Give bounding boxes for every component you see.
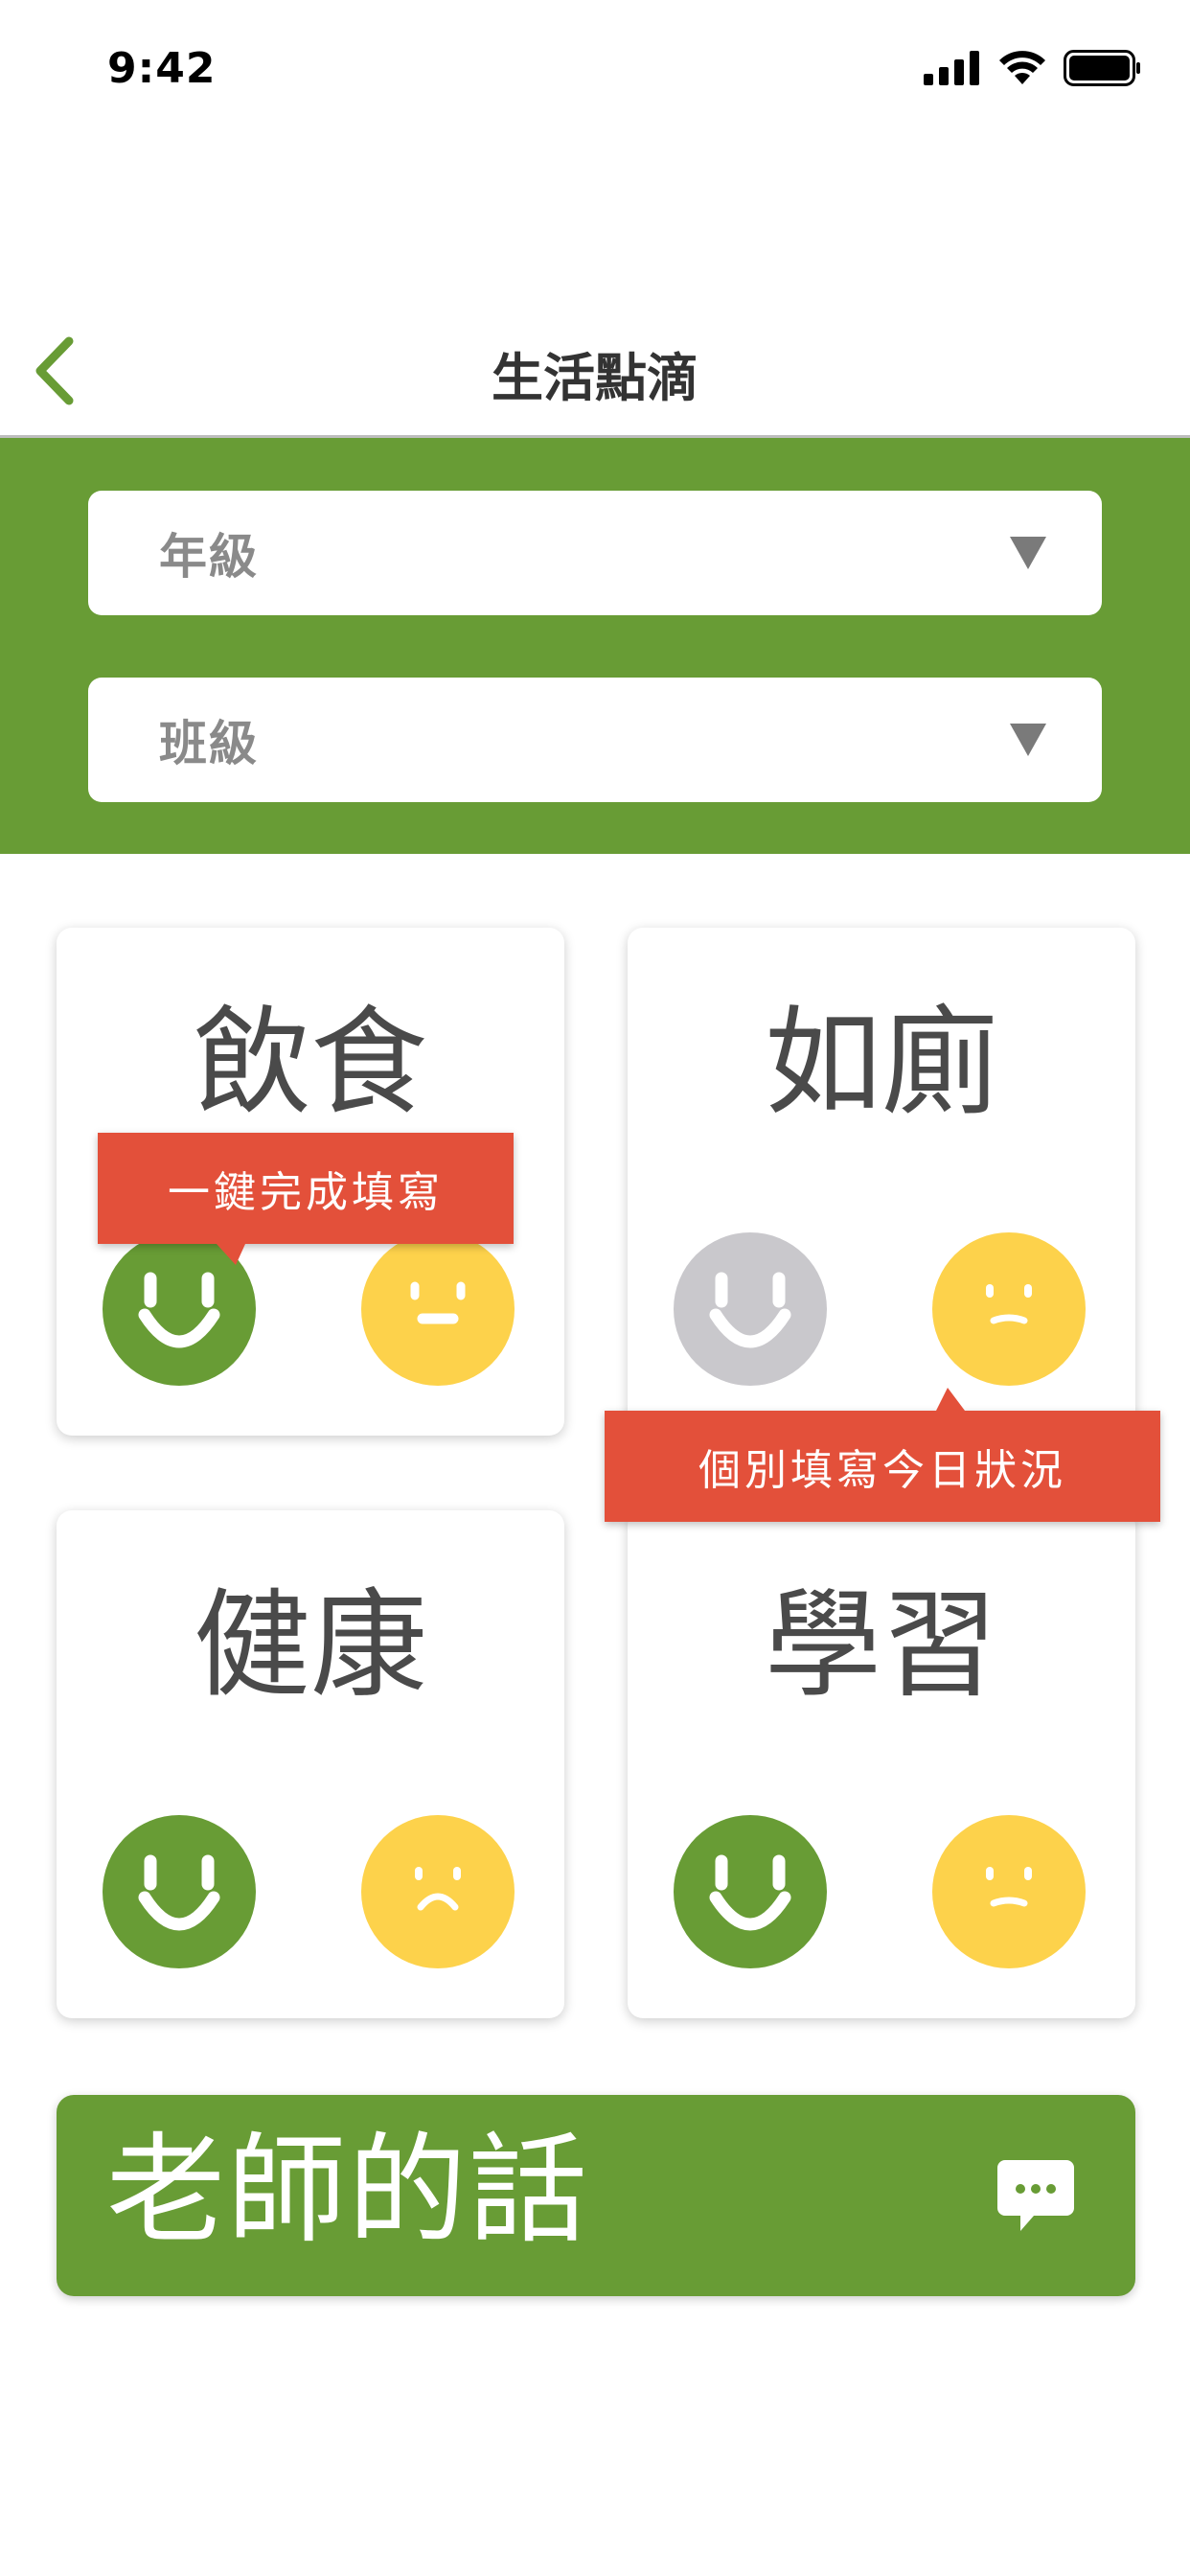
sad-face-button[interactable] — [361, 1815, 515, 1968]
nav-bar: 生活點滴 — [0, 307, 1190, 438]
teacher-message-label: 老師的話 — [106, 2122, 590, 2260]
category-card-study: 學習 — [628, 1510, 1135, 2018]
status-bar: 9:42 — [0, 0, 1190, 144]
wifi-icon — [999, 51, 1045, 84]
sad-face-icon — [361, 1815, 515, 1968]
class-select-label: 班級 — [159, 716, 259, 771]
dropdown-arrow-icon — [1010, 537, 1046, 569]
happy-face-icon — [674, 1232, 827, 1386]
category-card-health: 健康 — [57, 1510, 564, 2018]
dropdown-arrow-icon — [1010, 724, 1046, 756]
signal-icon — [924, 51, 979, 85]
grade-select-label: 年級 — [159, 529, 259, 585]
card-title: 飲食 — [194, 995, 427, 1131]
slight-frown-face-icon — [932, 1815, 1086, 1968]
battery-icon — [1064, 50, 1140, 86]
card-title: 健康 — [194, 1577, 427, 1714]
slight-frown-face-icon — [932, 1232, 1086, 1386]
card-title: 如廁 — [765, 995, 998, 1131]
happy-face-icon — [103, 1815, 256, 1968]
individual-fill-tooltip[interactable]: 個別填寫今日狀況 — [605, 1388, 1160, 1522]
neutral-face-button[interactable] — [361, 1232, 515, 1386]
slight-frown-face-button[interactable] — [932, 1815, 1086, 1968]
teacher-message-button[interactable]: 老師的話 — [57, 2095, 1135, 2296]
neutral-face-icon — [361, 1232, 515, 1386]
grade-select[interactable]: 年級 — [88, 491, 1102, 615]
status-icons — [924, 50, 1142, 86]
slight-frown-face-button[interactable] — [932, 1232, 1086, 1386]
class-select[interactable]: 班級 — [88, 678, 1102, 802]
happy-face-button[interactable] — [674, 1815, 827, 1968]
page-title: 生活點滴 — [492, 348, 698, 408]
status-time: 9:42 — [107, 44, 217, 93]
happy-face-button[interactable] — [103, 1815, 256, 1968]
happy-face-button[interactable] — [674, 1232, 827, 1386]
quick-fill-tooltip[interactable]: 一鍵完成填寫 — [98, 1133, 514, 1265]
chat-bubble-icon — [997, 2160, 1074, 2231]
card-title: 學習 — [765, 1577, 998, 1714]
filter-panel: 年級 班級 — [0, 438, 1190, 854]
happy-face-icon — [674, 1815, 827, 1968]
category-card-toilet: 如廁 — [628, 928, 1135, 1436]
